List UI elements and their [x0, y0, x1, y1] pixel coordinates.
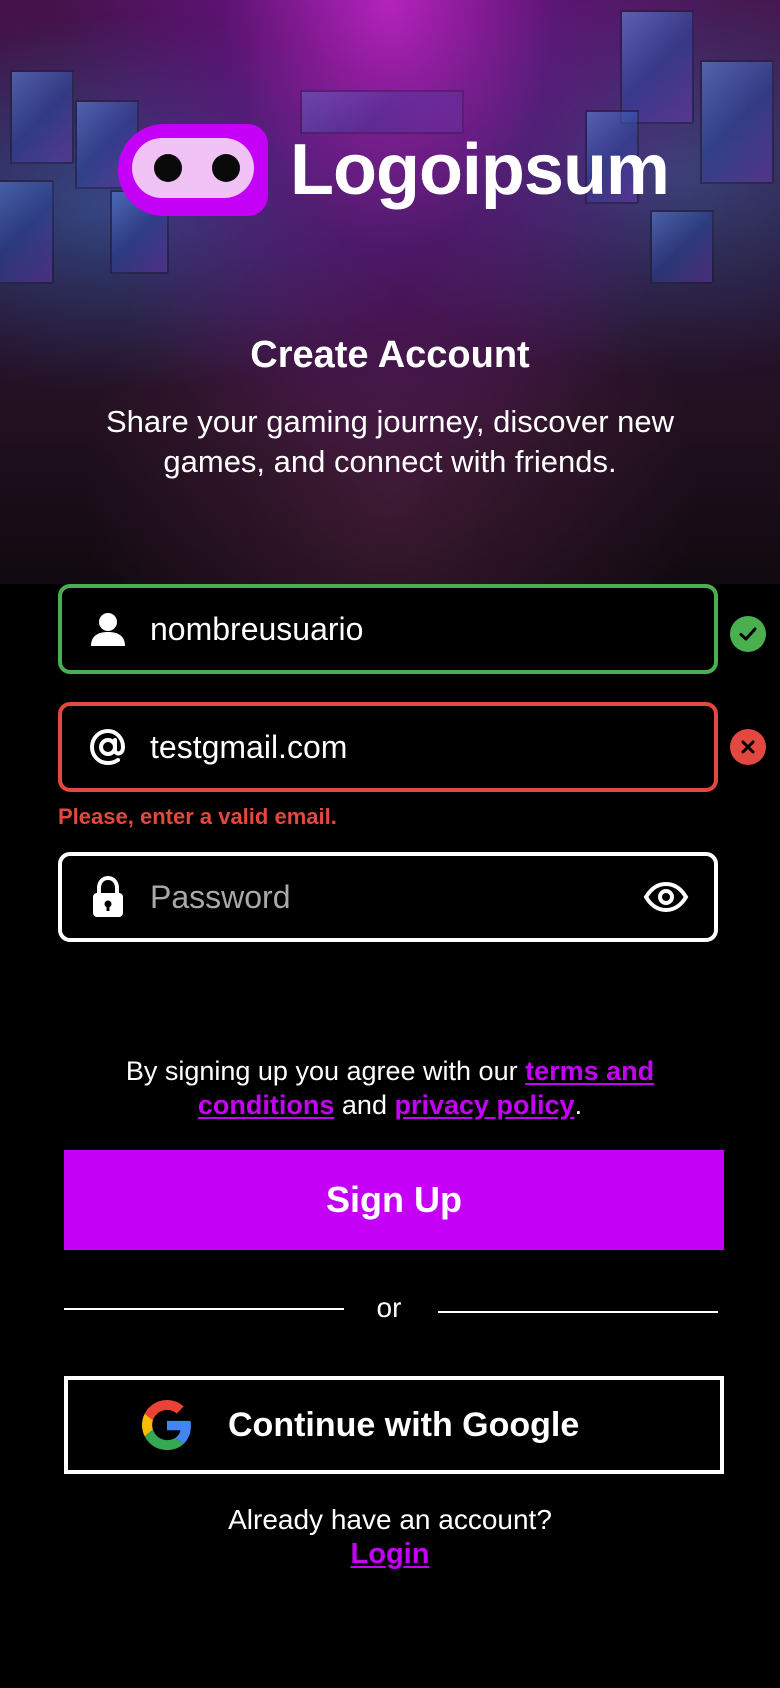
or-divider-label: or: [376, 1292, 402, 1323]
divider-right: [438, 1311, 718, 1313]
login-link[interactable]: Login: [351, 1538, 430, 1570]
terms-middle: and: [334, 1090, 395, 1120]
logo-mark-icon: [118, 124, 268, 216]
google-signin-button[interactable]: Continue with Google: [64, 1376, 724, 1474]
terms-notice: By signing up you agree with our terms a…: [90, 1054, 690, 1122]
already-have-account-text: Already have an account?: [228, 1504, 552, 1535]
app-logo: Logoipsum: [118, 122, 670, 218]
email-field[interactable]: [58, 702, 718, 792]
email-error-message: Please, enter a valid email.: [58, 804, 337, 829]
user-icon: [86, 607, 130, 651]
logo-text: Logoipsum: [290, 130, 670, 210]
check-circle-icon: [730, 616, 766, 652]
divider-left: [64, 1308, 344, 1310]
privacy-link[interactable]: privacy policy: [394, 1090, 574, 1120]
page-title: Create Account: [250, 334, 530, 376]
google-icon: [142, 1400, 192, 1450]
hero-banner: Logoipsum Create Account Share your gami…: [0, 0, 780, 584]
eye-icon[interactable]: [642, 873, 690, 921]
at-sign-icon: [86, 725, 130, 769]
lock-icon: [86, 875, 130, 919]
password-field[interactable]: [58, 852, 718, 942]
terms-suffix: .: [574, 1090, 583, 1120]
terms-prefix: By signing up you agree with our: [125, 1056, 526, 1086]
sign-up-button[interactable]: Sign Up: [64, 1150, 724, 1250]
error-circle-icon: [730, 729, 766, 765]
username-input[interactable]: [150, 599, 714, 659]
google-button-label: Continue with Google: [228, 1405, 580, 1444]
username-field[interactable]: [58, 584, 718, 674]
password-input[interactable]: [150, 867, 642, 927]
page-subtitle: Share your gaming journey, discover new …: [105, 404, 675, 479]
login-link-wrap: Login: [0, 1538, 780, 1571]
email-input[interactable]: [150, 717, 714, 777]
